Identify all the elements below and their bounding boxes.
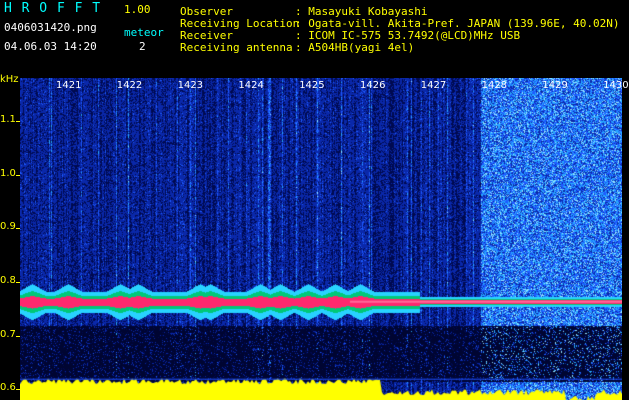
y-tick-label: 0.6	[0, 382, 16, 394]
meteor-count: 2	[139, 40, 146, 53]
y-tick-mark	[16, 120, 20, 122]
time-label: 1428	[481, 80, 508, 91]
y-tick-label: 1.1	[0, 113, 16, 125]
header-panel: H R O F F T 1.00 0406031420.png meteor 0…	[0, 0, 629, 78]
y-tick-label: 1.0	[0, 167, 16, 179]
y-tick-mark	[16, 281, 20, 283]
time-label: 1423	[177, 80, 204, 91]
y-tick-mark	[16, 228, 20, 230]
app-version: 1.00	[124, 3, 151, 16]
app-title: H R O F F T	[4, 1, 102, 16]
right-border	[622, 78, 629, 400]
time-label: 1424	[238, 80, 264, 91]
spectrogram-canvas	[20, 78, 622, 400]
time-label: 1425	[299, 80, 325, 91]
y-axis	[0, 78, 20, 400]
file-name: 0406031420.png	[4, 21, 97, 34]
meteor-label: meteor	[124, 26, 164, 39]
time-label: 1430	[603, 80, 629, 91]
antenna-value: : A504HB(yagi 4el)	[295, 41, 415, 54]
y-axis-unit: kHz	[0, 74, 19, 85]
y-tick-mark	[16, 174, 20, 176]
y-tick-label: 0.7	[0, 328, 16, 340]
time-label: 1421	[56, 80, 82, 91]
y-tick-label: 0.8	[0, 274, 16, 286]
time-label: 1427	[420, 80, 447, 91]
y-tick-mark	[16, 389, 20, 391]
file-datetime: 04.06.03 14:20	[4, 40, 97, 53]
time-label: 1429	[542, 80, 568, 91]
y-tick-label: 0.9	[0, 221, 16, 233]
y-tick-mark	[16, 335, 20, 337]
time-label: 1422	[116, 80, 143, 91]
time-label: 1426	[360, 80, 386, 91]
antenna-label: Receiving antenna	[180, 41, 293, 54]
